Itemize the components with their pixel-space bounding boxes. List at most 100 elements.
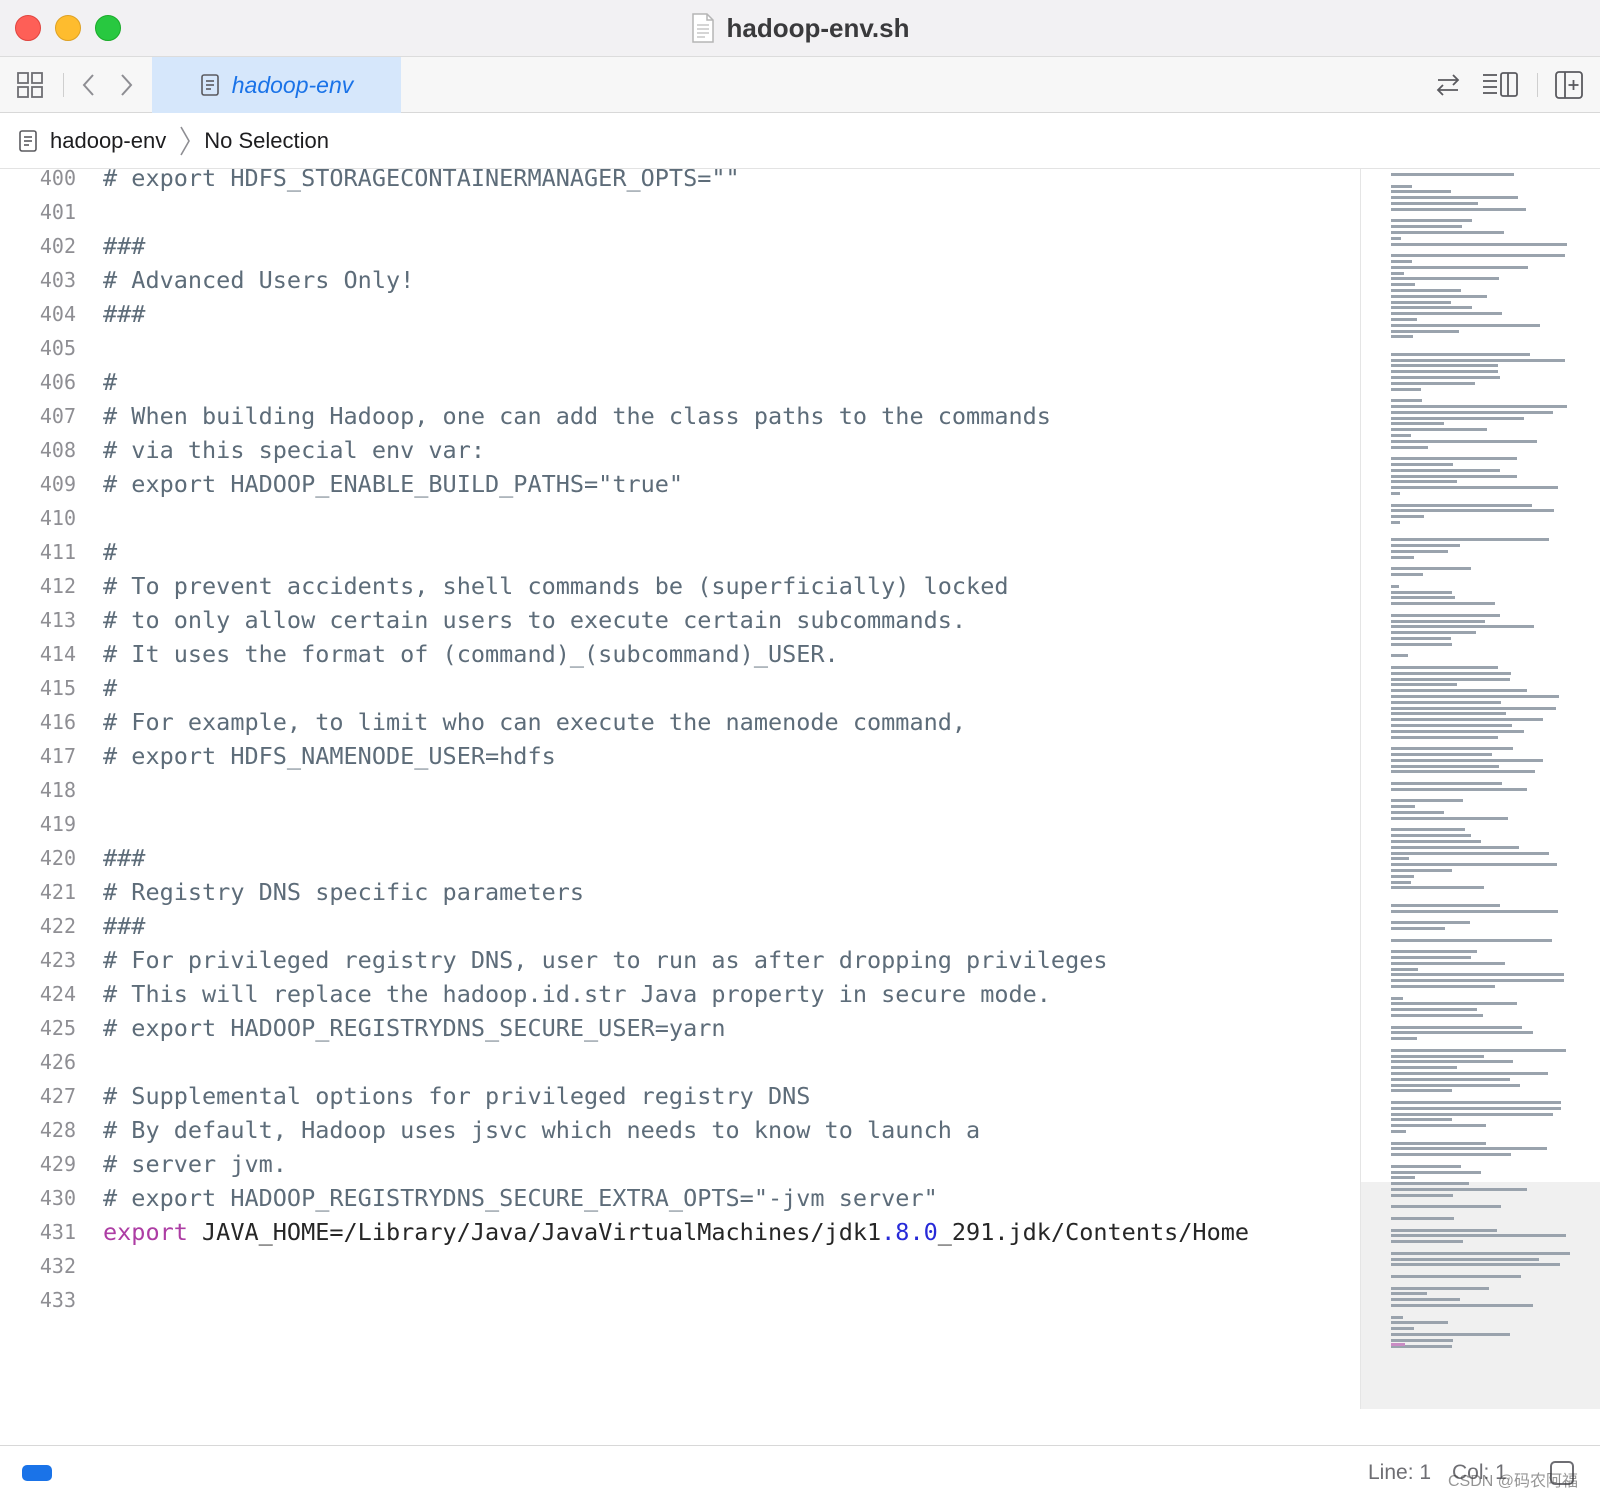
minimap-line [1391, 950, 1478, 954]
minimap-line [1391, 486, 1558, 490]
code-line[interactable]: 425 # export HADOOP_REGISTRYDNS_SECURE_US… [0, 1011, 1360, 1045]
code-line[interactable]: 411 # [0, 535, 1360, 569]
minimap-line [1391, 938, 1552, 942]
minimap-line [1391, 1234, 1566, 1238]
minimap-line [1391, 463, 1453, 466]
minimap-line [1391, 874, 1414, 878]
code-line[interactable]: 415 # [0, 671, 1360, 705]
code-line[interactable]: 400 # export HDFS_STORAGECONTAINERMANAGER… [0, 169, 1360, 195]
code-line[interactable]: 427 # Supplemental options for privileged… [0, 1079, 1360, 1113]
grid-view-icon[interactable] [14, 69, 46, 101]
document-icon [691, 13, 714, 43]
minimap-line [1391, 886, 1484, 890]
code-line[interactable]: 403 # Advanced Users Only! [0, 263, 1360, 297]
minimap-line [1391, 1315, 1403, 1319]
code-text: # [103, 538, 118, 566]
code-token: _291.jdk/Contents/Home [937, 1218, 1250, 1246]
line-number: 410 [39, 506, 76, 530]
line-number: 418 [39, 778, 76, 802]
inspector-toggle-icon[interactable] [1480, 69, 1520, 101]
minimap-line [1391, 1292, 1428, 1296]
code-line[interactable]: 419 [0, 807, 1360, 841]
code-line[interactable]: 421 # Registry DNS specific parameters [0, 875, 1360, 909]
line-number: 401 [39, 200, 76, 224]
breadcrumb-file[interactable]: hadoop-env [50, 128, 166, 154]
code-line[interactable]: 430 # export HADOOP_REGISTRYDNS_SECURE_EX… [0, 1181, 1360, 1215]
minimap[interactable] [1360, 169, 1600, 1409]
minimap-line [1391, 555, 1414, 559]
code-line[interactable]: 409 # export HADOOP_ENABLE_BUILD_PATHS="t… [0, 467, 1360, 501]
minimap-line [1391, 538, 1549, 542]
minimap-line [1391, 294, 1487, 298]
minimap-line [1391, 1002, 1518, 1006]
back-chevron-icon[interactable] [73, 69, 105, 101]
minimap-line [1391, 352, 1530, 356]
code-line[interactable]: 416 # For example, to limit who can execu… [0, 705, 1360, 739]
minimap-line [1391, 619, 1485, 623]
code-line[interactable]: 418 [0, 773, 1360, 807]
tab-hadoop-env[interactable]: hadoop-env [152, 57, 401, 113]
code-line[interactable]: 414 # It uses the format of (command)_(su… [0, 637, 1360, 671]
minimap-line [1391, 979, 1564, 983]
code-line[interactable]: 423 # For privileged registry DNS, user t… [0, 943, 1360, 977]
code-line[interactable]: 422 ### [0, 909, 1360, 943]
minimap-line [1391, 596, 1456, 600]
minimap-line [1391, 1257, 1539, 1261]
minimap-line [1391, 277, 1499, 281]
line-number: 417 [39, 744, 76, 768]
minimap-line [1391, 1118, 1453, 1122]
code-line[interactable]: 417 # export HDFS_NAMENODE_USER=hdfs [0, 739, 1360, 773]
code-line[interactable]: 404 ### [0, 297, 1360, 331]
code-line[interactable]: 406 # [0, 365, 1360, 399]
editor-toolbar: hadoop-env [0, 57, 1600, 113]
breadcrumb-selection[interactable]: No Selection [204, 128, 329, 154]
code-text: # export HADOOP_REGISTRYDNS_SECURE_EXTRA… [103, 1184, 938, 1212]
code-line[interactable]: 426 [0, 1045, 1360, 1079]
code-text: # To prevent accidents, shell commands b… [103, 572, 1009, 600]
code-line[interactable]: 428 # By default, Hadoop uses jsvc which … [0, 1113, 1360, 1147]
minimap-line [1391, 799, 1463, 803]
minimap-line [1391, 370, 1499, 374]
minimap-line [1391, 1147, 1547, 1151]
line-number: 405 [39, 336, 76, 360]
code-line[interactable]: 424 # This will replace the hadoop.id.str… [0, 977, 1360, 1011]
code-line[interactable]: 410 [0, 501, 1360, 535]
code-line[interactable]: 431 export JAVA_HOME=/Library/Java/JavaVi… [0, 1215, 1360, 1249]
minimap-line [1391, 584, 1400, 588]
minimap-line [1391, 434, 1411, 437]
code-line[interactable]: 408 # via this special env var: [0, 433, 1360, 467]
minimap-line [1391, 387, 1422, 391]
minimap-line [1391, 573, 1423, 577]
code-text: # Supplemental options for privileged re… [103, 1082, 811, 1110]
code-text: ### [103, 300, 146, 328]
code-line[interactable]: 407 # When building Hadoop, one can add t… [0, 399, 1360, 433]
forward-chevron-icon[interactable] [110, 69, 142, 101]
code-line[interactable]: 420 ### [0, 841, 1360, 875]
code-text: # This will replace the hadoop.id.str Ja… [103, 980, 1051, 1008]
code-editor[interactable]: 400 # export HDFS_STORAGECONTAINERMANAGER… [0, 169, 1360, 1445]
minimap-line [1391, 1130, 1407, 1133]
code-text: ### [103, 232, 146, 260]
code-line[interactable]: 433 [0, 1283, 1360, 1317]
add-editor-icon[interactable] [1553, 69, 1585, 101]
minimap-line [1391, 260, 1412, 263]
code-line[interactable]: 429 # server jvm. [0, 1147, 1360, 1181]
minimap-line [1391, 880, 1412, 884]
line-number: 403 [39, 268, 76, 292]
code-line[interactable]: 432 [0, 1249, 1360, 1283]
status-indicator[interactable] [22, 1465, 52, 1481]
swap-arrows-icon[interactable] [1432, 69, 1464, 101]
code-text: # Registry DNS specific parameters [103, 878, 585, 906]
minimap-line [1391, 921, 1471, 925]
code-line[interactable]: 413 # to only allow certain users to exec… [0, 603, 1360, 637]
line-number: 406 [39, 370, 76, 394]
minimap-line [1391, 1037, 1417, 1041]
code-text: # It uses the format of (command)_(subco… [103, 640, 839, 668]
code-line[interactable]: 405 [0, 331, 1360, 365]
code-line[interactable]: 401 [0, 195, 1360, 229]
minimap-line [1391, 457, 1518, 461]
code-line[interactable]: 402 ### [0, 229, 1360, 263]
minimap-line [1391, 1170, 1482, 1174]
minimap-line [1391, 544, 1460, 548]
code-line[interactable]: 412 # To prevent accidents, shell command… [0, 569, 1360, 603]
